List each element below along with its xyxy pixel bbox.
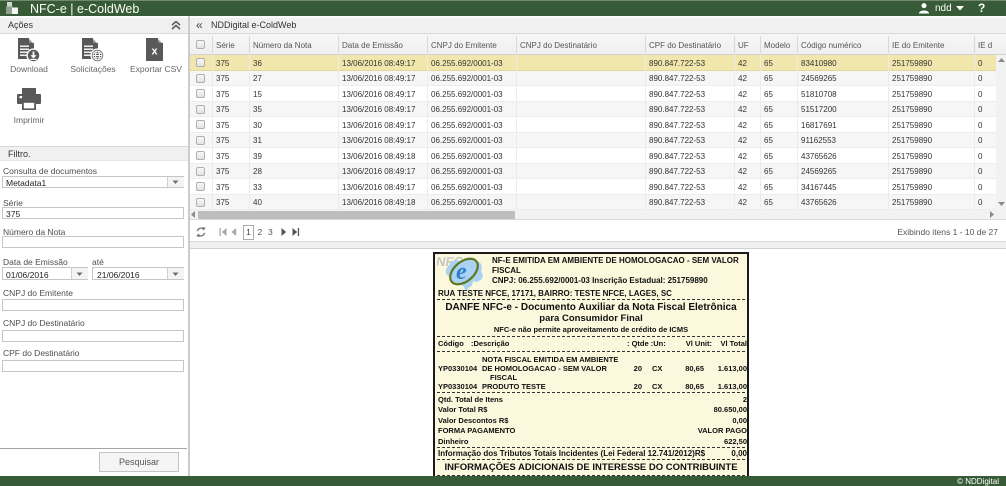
svg-text:e: e bbox=[456, 259, 467, 285]
svg-text:x: x bbox=[151, 46, 158, 58]
